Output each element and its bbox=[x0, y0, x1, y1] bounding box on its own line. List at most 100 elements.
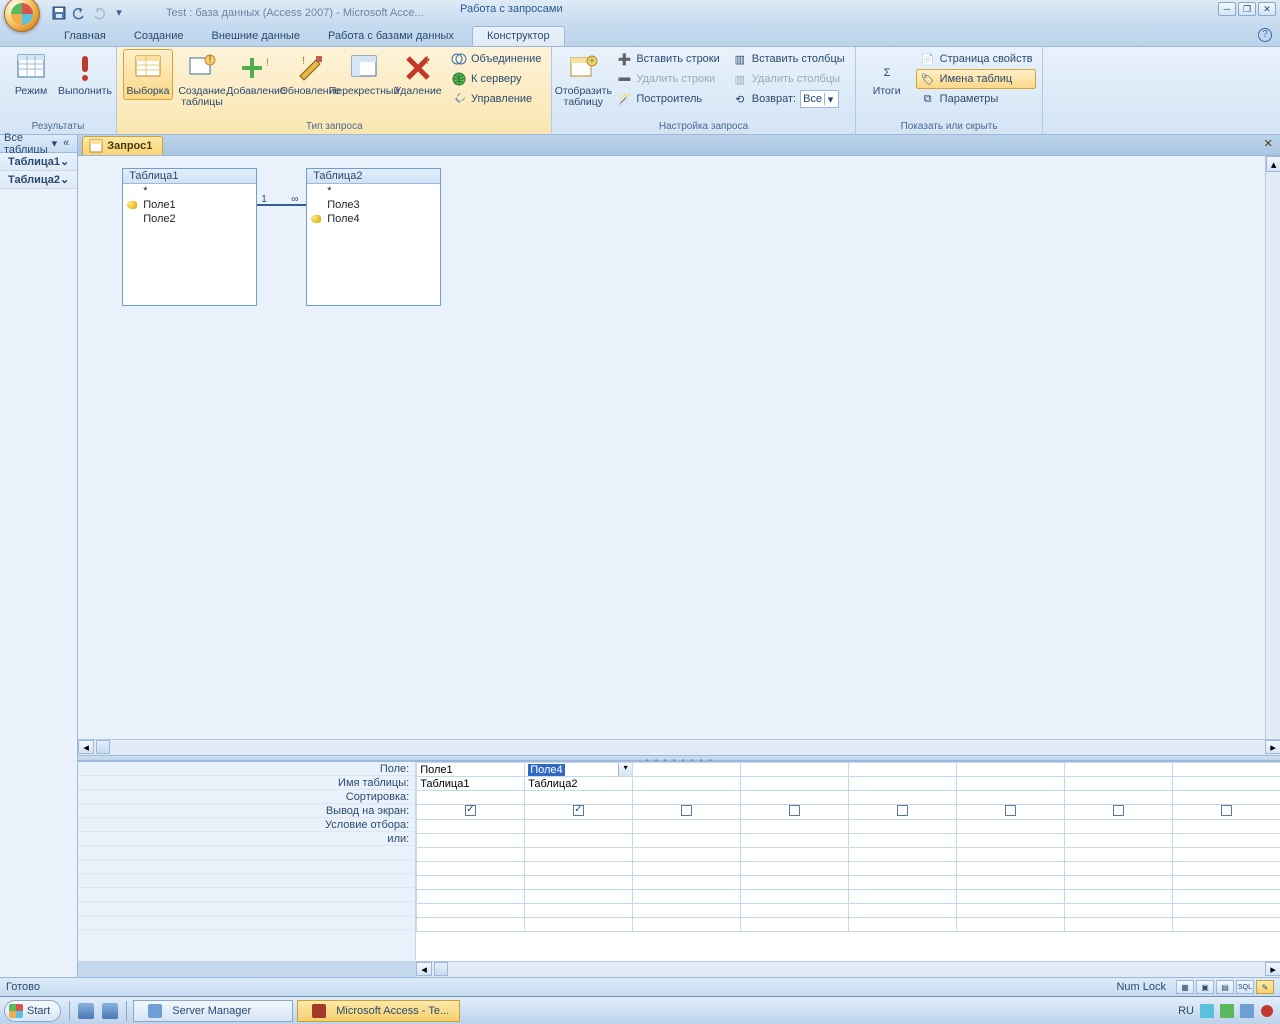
scroll-left-icon[interactable]: ◂ bbox=[78, 740, 94, 754]
table-box-1[interactable]: Таблица1 * Поле1 Поле2 bbox=[122, 168, 257, 306]
language-indicator[interactable]: RU bbox=[1178, 1005, 1194, 1017]
insert-cols-button[interactable]: ▥Вставить столбцы bbox=[728, 49, 849, 69]
collapse-navpane-icon[interactable]: « bbox=[59, 137, 73, 150]
group-totals: Σ Итоги 📄Страница свойств 🏷Имена таблиц … bbox=[856, 47, 1044, 134]
undo-icon[interactable] bbox=[72, 6, 86, 20]
show-check-8[interactable] bbox=[1173, 805, 1280, 820]
group-querytype-label: Тип запроса bbox=[123, 120, 545, 134]
insert-rows-button[interactable]: ➕Вставить строки bbox=[612, 49, 723, 69]
query-diagram-canvas[interactable]: Таблица1 * Поле1 Поле2 Таблица2 * Поле3 … bbox=[78, 155, 1280, 739]
table1-field2[interactable]: Поле2 bbox=[123, 212, 256, 226]
show-check-4[interactable] bbox=[741, 805, 849, 820]
tab-home[interactable]: Главная bbox=[50, 27, 120, 46]
navpane-header[interactable]: Все таблицы ▾ « bbox=[0, 135, 77, 153]
scroll-up-icon[interactable]: ▴ bbox=[1266, 156, 1280, 172]
view-design-icon[interactable]: ✎ bbox=[1256, 980, 1274, 994]
tray-icon-4[interactable] bbox=[1260, 1004, 1274, 1018]
passthrough-button[interactable]: К серверу bbox=[447, 69, 545, 89]
tablenames-button[interactable]: 🏷Имена таблиц bbox=[916, 69, 1037, 89]
scroll-thumb[interactable] bbox=[434, 962, 448, 976]
scroll-right-icon[interactable]: ▸ bbox=[1265, 740, 1280, 754]
scroll-left-icon[interactable]: ◂ bbox=[416, 962, 432, 976]
select-query-button[interactable]: Выборка bbox=[123, 49, 173, 100]
chevron-down-icon[interactable]: ▾ bbox=[52, 137, 58, 150]
office-button[interactable] bbox=[4, 0, 40, 32]
totals-button[interactable]: Σ Итоги bbox=[862, 49, 912, 100]
show-check-5[interactable] bbox=[849, 805, 957, 820]
grid-columns[interactable]: Поле1 Поле4▾ Таблица1 Таблица2 bbox=[416, 762, 1280, 961]
tray-icon-3[interactable] bbox=[1240, 1004, 1254, 1018]
navgroup-table2[interactable]: Таблица2 ⌄ bbox=[0, 171, 77, 189]
show-check-6[interactable] bbox=[957, 805, 1065, 820]
showtable-button[interactable]: + Отобразить таблицу bbox=[558, 49, 608, 111]
doctab-query1[interactable]: Запрос1 bbox=[82, 136, 163, 155]
close-button[interactable]: ✕ bbox=[1258, 2, 1276, 16]
update-button[interactable]: ! Обновление bbox=[285, 49, 335, 100]
delete-rows-button[interactable]: ➖Удалить строки bbox=[612, 69, 723, 89]
workspace: Все таблицы ▾ « Таблица1 ⌄ Таблица2 ⌄ За… bbox=[0, 135, 1280, 977]
canvas-vscrollbar[interactable]: ▴ bbox=[1265, 156, 1280, 739]
tab-create[interactable]: Создание bbox=[120, 27, 198, 46]
delete-cols-button[interactable]: ▥Удалить столбцы bbox=[728, 69, 849, 89]
append-button[interactable]: ! Добавление bbox=[231, 49, 281, 100]
cell-table-2[interactable]: Таблица2 bbox=[525, 777, 633, 791]
run-button[interactable]: Выполнить bbox=[60, 49, 110, 100]
show-check-2[interactable] bbox=[525, 805, 633, 820]
table2-star[interactable]: * bbox=[307, 184, 440, 198]
close-doctab-icon[interactable]: ✕ bbox=[1261, 137, 1275, 151]
taskbar-task-server-manager[interactable]: Server Manager bbox=[133, 1000, 293, 1022]
propsheet-button[interactable]: 📄Страница свойств bbox=[916, 49, 1037, 69]
grid-hscrollbar[interactable]: ◂ ▸ bbox=[416, 961, 1280, 977]
table1-field1[interactable]: Поле1 bbox=[123, 198, 256, 212]
datadef-button[interactable]: Управление bbox=[447, 89, 545, 109]
tray-icon-2[interactable] bbox=[1220, 1004, 1234, 1018]
table-box-2[interactable]: Таблица2 * Поле3 Поле4 bbox=[306, 168, 441, 306]
redo-icon[interactable] bbox=[92, 6, 106, 20]
tab-external-data[interactable]: Внешние данные bbox=[198, 27, 314, 46]
qbe-grid: Поле: Имя таблицы: Сортировка: Вывод на … bbox=[78, 761, 1280, 961]
view-pivotchart-icon[interactable]: ▤ bbox=[1216, 980, 1234, 994]
start-button[interactable]: Start bbox=[4, 1000, 61, 1022]
chevron-down-icon[interactable]: ▾ bbox=[618, 763, 632, 776]
parameters-button[interactable]: ⧉Параметры bbox=[916, 89, 1037, 109]
delete-query-button[interactable]: ! Удаление bbox=[393, 49, 443, 100]
taskbar-task-access[interactable]: Microsoft Access - Te... bbox=[297, 1000, 460, 1022]
union-icon bbox=[451, 51, 467, 67]
table2-field2[interactable]: Поле4 bbox=[307, 212, 440, 226]
show-check-1[interactable] bbox=[417, 805, 525, 820]
view-datasheet-icon[interactable]: ▦ bbox=[1176, 980, 1194, 994]
view-sql-icon[interactable]: SQL bbox=[1236, 980, 1254, 994]
qat-dropdown-icon[interactable]: ▾ bbox=[112, 6, 126, 20]
save-icon[interactable] bbox=[52, 6, 66, 20]
cell-field-3[interactable] bbox=[633, 763, 741, 777]
view-pivottable-icon[interactable]: ▣ bbox=[1196, 980, 1214, 994]
sigma-icon: Σ bbox=[871, 52, 903, 84]
restore-button[interactable]: ❐ bbox=[1238, 2, 1256, 16]
table1-star[interactable]: * bbox=[123, 184, 256, 198]
builder-button[interactable]: 🪄Построитель bbox=[612, 89, 723, 109]
explorer-icon[interactable] bbox=[102, 1003, 118, 1019]
scroll-thumb[interactable] bbox=[96, 740, 110, 754]
tab-database-tools[interactable]: Работа с базами данных bbox=[314, 27, 468, 46]
cell-table-1[interactable]: Таблица1 bbox=[417, 777, 525, 791]
cell-field-1[interactable]: Поле1 bbox=[417, 763, 525, 777]
return-combo[interactable]: Все▾ bbox=[800, 90, 839, 108]
minimize-button[interactable]: ─ bbox=[1218, 2, 1236, 16]
show-check-7[interactable] bbox=[1065, 805, 1173, 820]
tab-design[interactable]: Конструктор bbox=[472, 26, 565, 46]
cell-field-2[interactable]: Поле4▾ bbox=[525, 763, 633, 777]
help-icon[interactable]: ? bbox=[1258, 28, 1272, 42]
builder-label: Построитель bbox=[636, 93, 702, 105]
crosstab-button[interactable]: Перекрестный bbox=[339, 49, 389, 100]
maketable-button[interactable]: ! Создание таблицы bbox=[177, 49, 227, 111]
union-button[interactable]: Объединение bbox=[447, 49, 545, 69]
view-button[interactable]: Режим bbox=[6, 49, 56, 100]
navgroup-table1[interactable]: Таблица1 ⌄ bbox=[0, 153, 77, 171]
table2-field1[interactable]: Поле3 bbox=[307, 198, 440, 212]
show-desktop-icon[interactable] bbox=[78, 1003, 94, 1019]
canvas-hscrollbar[interactable]: ◂ ▸ bbox=[78, 739, 1280, 755]
group-query-type: Выборка ! Создание таблицы ! Добавление … bbox=[117, 47, 552, 134]
show-check-3[interactable] bbox=[633, 805, 741, 820]
scroll-right-icon[interactable]: ▸ bbox=[1265, 962, 1280, 976]
tray-icon-1[interactable] bbox=[1200, 1004, 1214, 1018]
